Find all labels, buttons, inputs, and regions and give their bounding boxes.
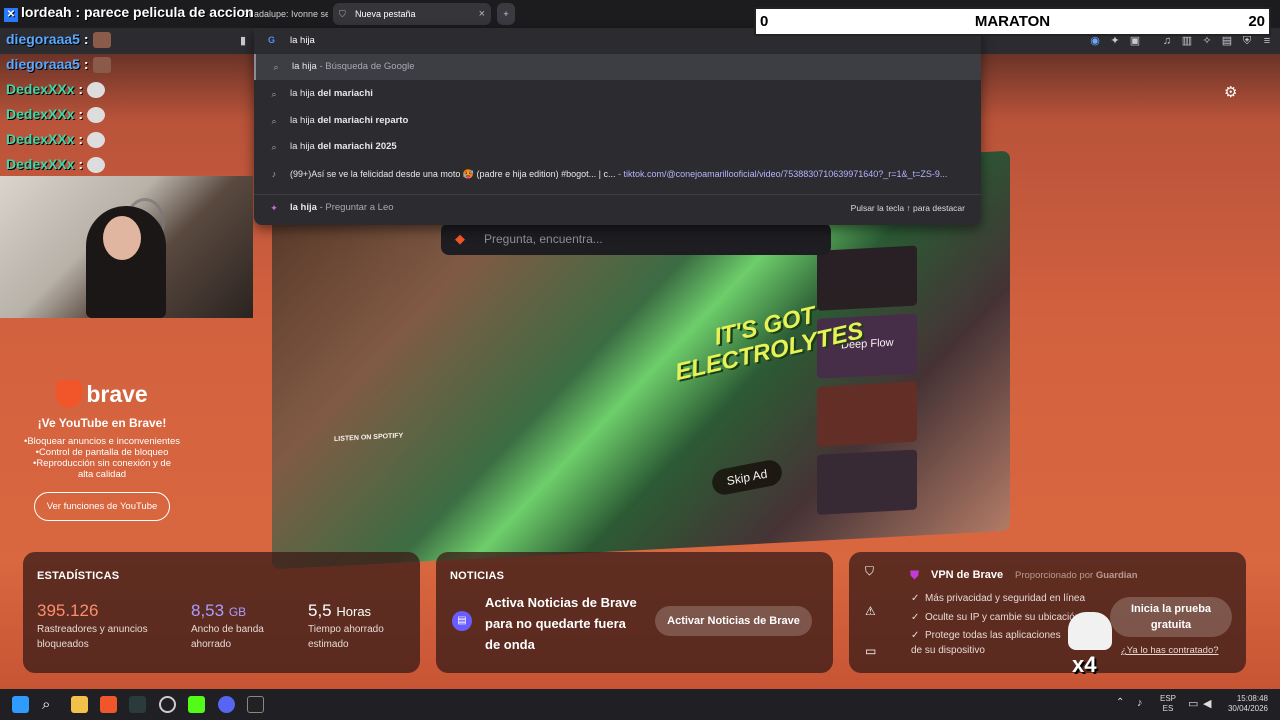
check-icon: ✓	[911, 593, 920, 604]
camera-tab-icon[interactable]: ▭	[865, 644, 876, 658]
discord-icon[interactable]	[218, 696, 235, 713]
settings-icon[interactable]: ⚙	[1224, 83, 1237, 101]
epic-games-icon[interactable]	[247, 696, 264, 713]
tiktok-icon: ♪	[271, 169, 277, 179]
chat-message: DedexXXx :	[6, 131, 106, 149]
check-icon: ✓	[911, 630, 920, 641]
streamer-face	[103, 216, 141, 260]
spotify-label: LISTEN ON SPOTIFY	[334, 432, 404, 444]
sidebar-icon[interactable]: ▥	[1180, 34, 1194, 48]
microphone-icon[interactable]: ♪	[1137, 697, 1143, 709]
shield-icon: ⛉	[339, 9, 346, 19]
brave-lion-icon	[56, 380, 83, 408]
suggestion-hint: Pulsar la tecla ↑ para destacar	[850, 203, 965, 213]
terminal-icon[interactable]	[129, 696, 146, 713]
file-explorer-icon[interactable]	[71, 696, 88, 713]
video-thumb	[817, 381, 917, 447]
emote-icon	[87, 132, 106, 149]
chat-header: ✕ lordeah : parece pelicula de accion	[0, 4, 254, 26]
suggestion-item-tiktok[interactable]: ♪ (99+)Así se ve la felicidad desde una …	[254, 161, 981, 187]
chat-message: DedexXXx :	[6, 106, 106, 124]
start-trial-button[interactable]: Inicia la prueba gratuita	[1110, 597, 1232, 637]
leo-icon: ✦	[270, 203, 278, 213]
check-icon: ✓	[911, 612, 920, 623]
search-icon: ⌕	[271, 116, 277, 126]
suggestion-item[interactable]: ⌕ la hija del mariachi 2025	[254, 134, 981, 160]
brave-logo: brave	[0, 380, 204, 408]
google-icon: G	[268, 35, 276, 45]
vpn-card: ⛉ ⚠ ▭ ⛊ VPN de Brave Proporcionado por G…	[849, 552, 1246, 673]
suggestion-item-leo[interactable]: ✦ la hija - Preguntar a Leo Pulsar la te…	[254, 194, 981, 220]
emote-icon	[92, 32, 111, 49]
extensions-icon[interactable]: ✦	[1108, 34, 1122, 48]
obs-icon[interactable]	[159, 696, 176, 713]
wallet-icon[interactable]: ▤	[1220, 34, 1234, 48]
emote-icon	[87, 157, 106, 174]
new-tab-button[interactable]: +	[497, 3, 515, 25]
search-icon: ⌕	[273, 62, 279, 72]
brave-taskbar-icon[interactable]	[100, 696, 117, 713]
bookmark-icon[interactable]: ▮	[236, 34, 250, 48]
language-indicator[interactable]: ESP ES	[1160, 694, 1176, 714]
skip-ad-button: Skip Ad	[710, 457, 784, 497]
youtube-features-button[interactable]: Ver funciones de YouTube	[33, 492, 171, 521]
activate-news-button[interactable]: Activar Noticias de Brave	[655, 606, 812, 636]
omnibox-dropdown: G la hija ⌕ la hija - Búsqueda de Google…	[254, 28, 981, 225]
warning-tab-icon[interactable]: ⚠	[865, 604, 876, 618]
taskbar: ⌕ ⌃ ♪ ESP ES ▭ ◀ 15:08:48 30/04/2026	[0, 689, 1280, 720]
network-icon[interactable]: ▭	[1188, 697, 1198, 710]
suggestion-item[interactable]: ⌕ la hija - Búsqueda de Google	[254, 54, 981, 80]
video-thumb	[817, 449, 917, 515]
emote-icon	[87, 82, 106, 99]
screenshot-icon[interactable]: ▣	[1128, 34, 1142, 48]
stats-card: ESTADÍSTICAS 395.126 Rastreadores y anun…	[23, 552, 420, 673]
webcam-feed	[0, 176, 253, 318]
emote-icon	[87, 107, 106, 124]
suggestion-item[interactable]: ⌕ la hija del mariachi reparto	[254, 108, 981, 134]
chevron-up-icon[interactable]: ⌃	[1116, 697, 1124, 708]
vpn-shield-icon: ⛊	[910, 568, 920, 582]
tab-new-tab[interactable]: ⛉ Nueva pestaña ×	[333, 3, 491, 25]
address-input[interactable]: la hija	[290, 35, 315, 46]
windows-start-icon[interactable]	[12, 696, 29, 713]
brave-icon: ◆	[455, 231, 465, 246]
x4-label: x4	[1072, 652, 1097, 677]
vpn-icon[interactable]: ⛨	[1240, 34, 1254, 48]
search-icon: ⌕	[271, 89, 277, 99]
close-tab-icon[interactable]: ×	[479, 3, 485, 25]
shield-tab-icon[interactable]: ⛉	[865, 564, 874, 579]
brave-promo: brave ¡Ve YouTube en Brave! •Bloquear an…	[0, 380, 204, 521]
audio-icon[interactable]: ◉	[1088, 34, 1102, 48]
news-icon: ▤	[452, 611, 472, 631]
already-subscribed-link[interactable]: ¿Ya lo has contratado?	[1121, 645, 1219, 656]
emote-icon	[92, 57, 111, 74]
volume-icon[interactable]: ◀	[1203, 697, 1211, 710]
mascot-shape	[1068, 612, 1112, 650]
marathon-counter: 0 MARATON 20	[754, 7, 1271, 36]
chat-message: diegoraaa5 :	[6, 31, 111, 49]
suggestion-item[interactable]: ⌕ la hija del mariachi	[254, 81, 981, 107]
chat-message: DedexXXx :	[6, 81, 106, 99]
news-card: NOTICIAS ▤ Activa Noticias de Brave para…	[436, 552, 833, 673]
x-icon: ✕	[4, 8, 18, 22]
clock[interactable]: 15:08:48 30/04/2026	[1222, 694, 1268, 714]
chat-message: diegoraaa5 :	[6, 56, 111, 74]
chat-message: DedexXXx :	[6, 156, 106, 174]
search-icon: ⌕	[271, 142, 277, 152]
music-icon[interactable]: ♫	[1160, 34, 1174, 48]
kick-icon[interactable]	[188, 696, 205, 713]
search-icon[interactable]: ⌕	[42, 696, 59, 713]
menu-icon[interactable]: ≡	[1260, 34, 1274, 48]
puzzle-icon[interactable]: ✧	[1200, 34, 1214, 48]
page-search-box[interactable]: ◆ Pregunta, encuentra...	[441, 223, 831, 255]
